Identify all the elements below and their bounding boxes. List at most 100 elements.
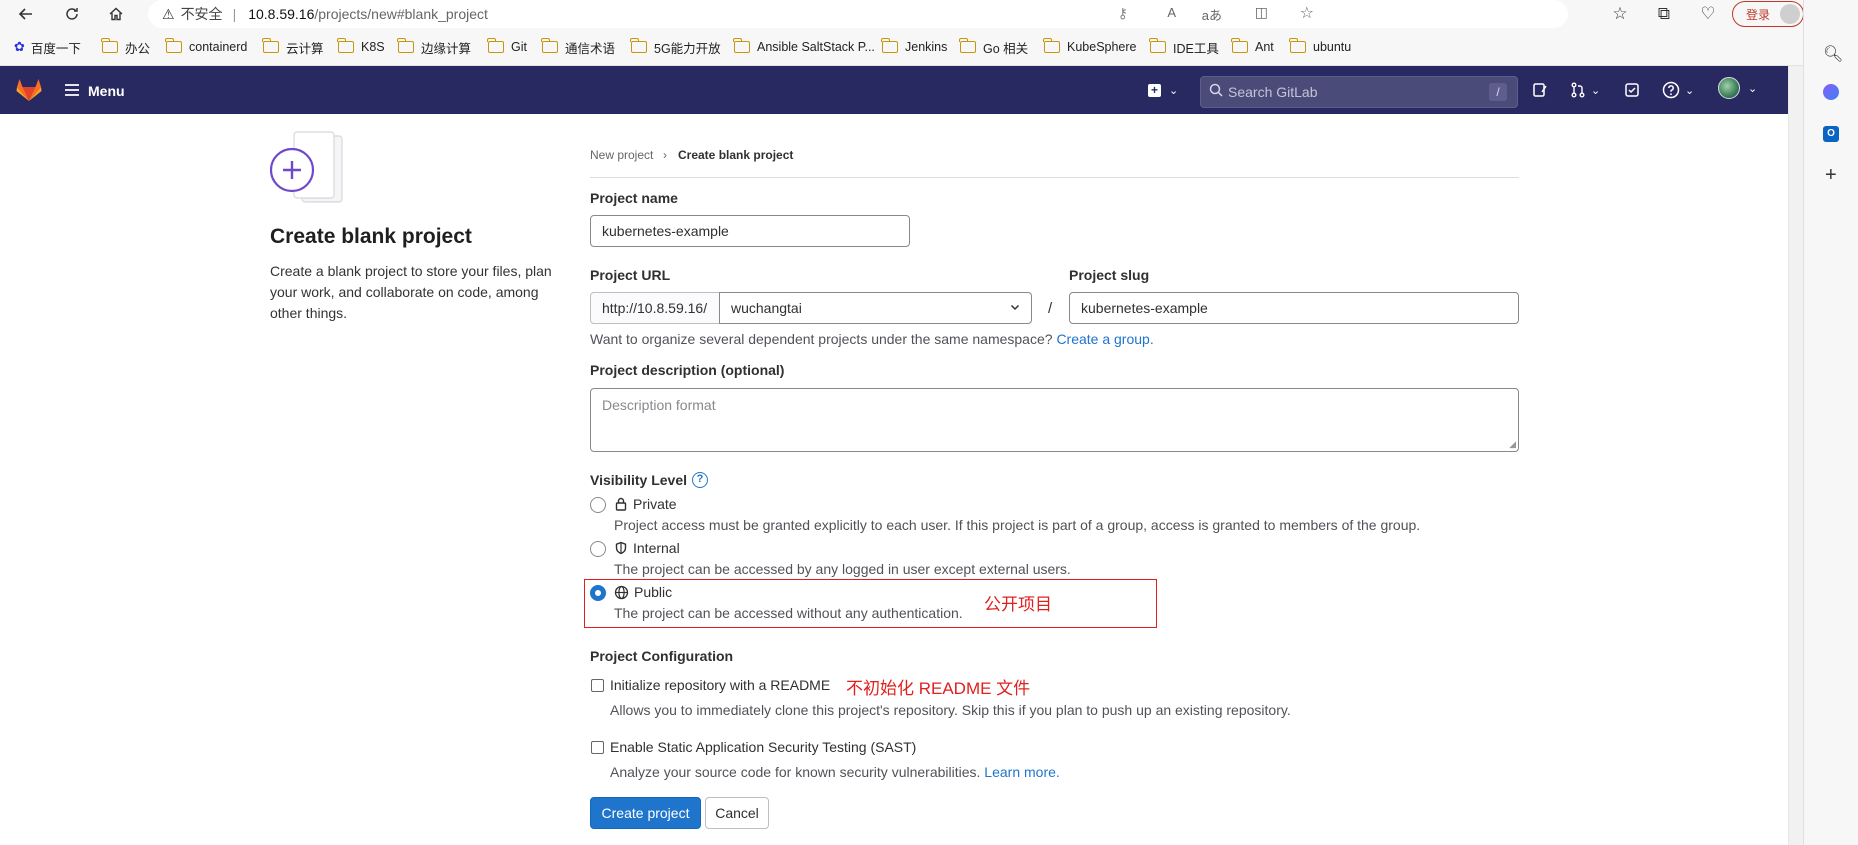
address-bar[interactable]: ⚠ 不安全 | 10.8.59.16/projects/new#blank_pr… <box>148 0 1568 28</box>
reload-icon[interactable] <box>60 2 84 26</box>
help-icon <box>1662 81 1680 99</box>
translate-icon[interactable]: aあ <box>1202 5 1222 24</box>
folder-icon <box>959 38 976 53</box>
search-shortcut-badge: / <box>1489 83 1507 101</box>
user-menu-dropdown[interactable]: ⌄ <box>1718 77 1758 99</box>
namespace-hint: Want to organize several dependent proje… <box>590 331 1154 347</box>
project-name-input[interactable]: kubernetes-example <box>590 215 910 247</box>
project-name-value: kubernetes-example <box>602 223 729 239</box>
annotation-readme-note: 不初始化 README 文件 <box>846 679 1031 698</box>
create-group-link[interactable]: Create a group. <box>1056 331 1153 347</box>
bookmark-folder[interactable]: containerd <box>165 38 247 56</box>
help-dropdown[interactable]: ⌄ <box>1662 80 1694 100</box>
url-separator: | <box>232 6 237 22</box>
hamburger-icon[interactable] <box>64 83 80 102</box>
namespace-value: wuchangtai <box>731 300 802 316</box>
project-slug-input[interactable]: kubernetes-example <box>1069 292 1519 324</box>
extensions-icon[interactable]: ♡ <box>1696 2 1720 26</box>
search-input[interactable]: Search GitLab / <box>1200 76 1518 108</box>
description-placeholder: Description format <box>602 397 716 413</box>
browser-toolbar: ⚠ 不安全 | 10.8.59.16/projects/new#blank_pr… <box>0 0 1858 28</box>
login-button[interactable]: 登录 <box>1732 1 1804 27</box>
resize-handle-icon[interactable]: ◢ <box>1509 439 1516 450</box>
namespace-select[interactable]: wuchangtai <box>719 292 1032 324</box>
sast-checkbox[interactable] <box>591 741 604 754</box>
readme-checkbox[interactable] <box>591 679 604 692</box>
bookmark-folder[interactable]: 5G能力开放 <box>630 38 721 56</box>
bookmark-folder[interactable]: Git <box>487 38 527 56</box>
search-placeholder: Search GitLab <box>1228 84 1318 100</box>
chevron-down-icon: ⌄ <box>1748 82 1758 95</box>
project-slug-label: Project slug <box>1069 267 1150 283</box>
search-icon[interactable]: 🔍︎ <box>1823 44 1843 64</box>
security-label: 不安全 <box>180 6 223 22</box>
gitlab-logo-icon[interactable] <box>16 78 42 107</box>
favorite-star-icon[interactable]: ☆ <box>1300 3 1314 23</box>
bookmark-folder[interactable]: 通信术语 <box>541 38 615 56</box>
create-project-button[interactable]: Create project <box>590 797 701 829</box>
bookmark-folder[interactable]: 边缘计算 <box>397 38 471 56</box>
folder-icon <box>881 38 898 53</box>
cancel-button[interactable]: Cancel <box>705 797 769 829</box>
folder-icon <box>1289 38 1306 53</box>
visibility-label: Visibility Level ? <box>590 472 709 488</box>
visibility-internal-label[interactable]: Internal <box>614 540 680 556</box>
bookmark-folder[interactable]: Ant <box>1231 38 1274 56</box>
help-icon[interactable]: ? <box>692 472 709 488</box>
bookmark-folder[interactable]: 办公 <box>101 38 150 56</box>
bookmark-folder[interactable]: 云计算 <box>262 38 324 56</box>
bookmark-folder[interactable]: Jenkins <box>881 38 947 56</box>
baidu-icon: ✿ <box>14 39 25 54</box>
visibility-private-label[interactable]: Private <box>614 496 677 512</box>
url-path: /projects/new#blank_project <box>314 6 488 22</box>
bookmark-folder[interactable]: K8S <box>337 38 385 56</box>
key-icon[interactable]: ⚷ <box>1118 5 1128 22</box>
bookmark-folder[interactable]: ubuntu <box>1289 38 1351 56</box>
folder-icon <box>337 38 354 53</box>
plus-square-icon: + <box>1148 83 1161 97</box>
annotation-highlight-box <box>584 579 1157 628</box>
merge-requests-dropdown[interactable]: ⌄ <box>1570 80 1600 100</box>
sast-label[interactable]: Enable Static Application Security Testi… <box>610 739 916 755</box>
chevron-down-icon: ⌄ <box>1591 84 1601 97</box>
add-icon[interactable]: + <box>1825 164 1837 187</box>
description-textarea[interactable]: Description format ◢ <box>590 388 1519 452</box>
bookmark-folder[interactable]: Ansible SaltStack P... <box>733 38 875 56</box>
readme-label[interactable]: Initialize repository with a README <box>610 677 830 693</box>
todo-icon[interactable] <box>1624 80 1640 100</box>
chevron-down-icon <box>1009 300 1021 316</box>
page-title: Create blank project <box>270 225 472 248</box>
bookmark-folder[interactable]: IDE工具 <box>1149 38 1219 56</box>
shield-icon <box>615 541 627 555</box>
bookmark-folder[interactable]: Go 相关 <box>959 38 1028 56</box>
home-icon[interactable] <box>104 2 128 26</box>
visibility-internal-radio[interactable] <box>590 541 606 557</box>
issues-icon[interactable] <box>1532 80 1548 100</box>
split-screen-icon[interactable]: ◫ <box>1255 4 1268 21</box>
bookmark-baidu[interactable]: ✿ 百度一下 <box>14 38 81 56</box>
sast-desc: Analyze your source code for known secur… <box>610 764 1060 780</box>
browser-sidebar: 🔍︎ O + <box>1803 0 1858 845</box>
new-item-dropdown[interactable]: + ⌄ <box>1148 80 1178 100</box>
learn-more-link[interactable]: Learn more. <box>984 764 1059 780</box>
page-scrollbar[interactable] <box>1788 66 1803 845</box>
bookmark-folder[interactable]: KubeSphere <box>1043 38 1137 56</box>
visibility-private-radio[interactable] <box>590 497 606 513</box>
copilot-icon[interactable] <box>1823 84 1839 100</box>
back-icon[interactable] <box>14 2 38 26</box>
visibility-internal-desc: The project can be accessed by any logge… <box>614 561 1071 577</box>
project-slug-value: kubernetes-example <box>1081 300 1208 316</box>
chevron-down-icon: ⌄ <box>1169 84 1179 97</box>
read-aloud-icon[interactable]: A <box>1167 5 1176 20</box>
menu-label[interactable]: Menu <box>88 83 125 99</box>
project-url-label: Project URL <box>590 267 671 283</box>
favorites-icon[interactable]: ☆ <box>1608 2 1632 26</box>
breadcrumb-new-project[interactable]: New project <box>590 148 653 162</box>
outlook-icon[interactable]: O <box>1823 126 1839 142</box>
folder-icon <box>101 38 118 53</box>
folder-icon <box>630 38 647 53</box>
collections-icon[interactable]: ⧉ <box>1652 2 1676 26</box>
folder-icon <box>541 38 558 53</box>
folder-icon <box>1231 38 1248 53</box>
url-slash: / <box>1048 300 1053 317</box>
